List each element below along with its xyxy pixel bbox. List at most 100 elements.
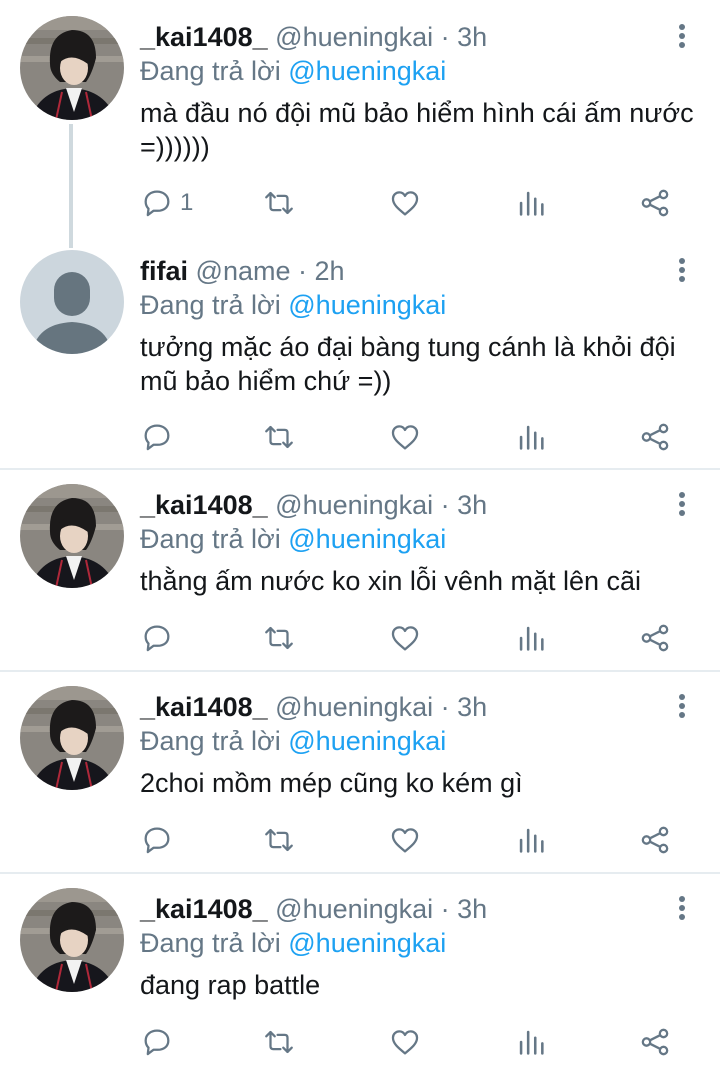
share-button[interactable] bbox=[638, 822, 672, 858]
reply-button[interactable] bbox=[140, 620, 180, 656]
reply-icon bbox=[144, 827, 170, 854]
handle-time: @name · 2h bbox=[195, 256, 345, 286]
replying-to: Đang trả lời @hueningkai bbox=[140, 288, 446, 322]
retweet-button[interactable] bbox=[262, 185, 296, 221]
tweet-item[interactable]: _kai1408_ @hueningkai · 3h Đang trả lời … bbox=[0, 0, 720, 248]
stats-button[interactable] bbox=[514, 419, 548, 455]
reply-prefix: Đang trả lời bbox=[140, 928, 289, 958]
tweet-header: _kai1408_ @hueningkai · 3h bbox=[140, 20, 487, 54]
stats-button[interactable] bbox=[514, 185, 548, 221]
reply-mention[interactable]: @hueningkai bbox=[288, 726, 446, 756]
avatar[interactable] bbox=[20, 16, 124, 120]
tweet-header: _kai1408_ @hueningkai · 3h bbox=[140, 488, 487, 522]
tweet-item[interactable]: _kai1408_ @hueningkai · 3h Đang trả lời … bbox=[0, 468, 720, 670]
retweet-button[interactable] bbox=[262, 822, 296, 858]
share-icon bbox=[641, 826, 669, 854]
share-button[interactable] bbox=[638, 185, 672, 221]
retweet-icon bbox=[265, 191, 293, 215]
avatar-photo bbox=[20, 484, 124, 588]
reply-icon bbox=[144, 190, 170, 217]
like-button[interactable] bbox=[388, 1024, 422, 1060]
display-name[interactable]: _kai1408_ bbox=[140, 22, 268, 52]
like-icon bbox=[391, 191, 419, 216]
replying-to: Đang trả lời @hueningkai bbox=[140, 54, 446, 88]
reply-prefix: Đang trả lời bbox=[140, 524, 289, 554]
avatar[interactable] bbox=[20, 250, 124, 354]
like-button[interactable] bbox=[388, 185, 422, 221]
reply-count: 1 bbox=[180, 189, 194, 216]
reply-mention[interactable]: @hueningkai bbox=[288, 524, 446, 554]
like-button[interactable] bbox=[388, 620, 422, 656]
tweet-header: fifai @name · 2h bbox=[140, 254, 345, 288]
retweet-icon bbox=[265, 828, 293, 852]
stats-icon bbox=[519, 1030, 544, 1055]
share-icon bbox=[641, 624, 669, 652]
share-icon bbox=[641, 189, 669, 217]
share-icon bbox=[641, 1028, 669, 1056]
reply-button[interactable] bbox=[140, 419, 180, 455]
handle-time: @hueningkai · 3h bbox=[275, 692, 488, 722]
share-button[interactable] bbox=[638, 419, 672, 455]
retweet-icon bbox=[265, 1030, 293, 1054]
tweet-actions bbox=[0, 822, 720, 858]
handle-time: @hueningkai · 3h bbox=[275, 894, 488, 924]
tweet-text: mà đầu nó đội mũ bảo hiểm hình cái ấm nư… bbox=[140, 98, 694, 162]
reply-icon bbox=[144, 424, 170, 451]
like-button[interactable] bbox=[388, 822, 422, 858]
more-options-icon[interactable] bbox=[670, 894, 694, 922]
tweet-actions bbox=[0, 419, 720, 455]
like-icon bbox=[391, 425, 419, 450]
share-icon bbox=[641, 423, 669, 451]
stats-button[interactable] bbox=[514, 822, 548, 858]
stats-icon bbox=[519, 425, 544, 450]
retweet-button[interactable] bbox=[262, 419, 296, 455]
stats-icon bbox=[519, 191, 544, 216]
tweet-text: thằng ấm nước ko xin lỗi vênh mặt lên cã… bbox=[140, 566, 642, 596]
reply-icon bbox=[144, 1029, 170, 1056]
display-name[interactable]: fifai bbox=[140, 256, 188, 286]
avatar[interactable] bbox=[20, 484, 124, 588]
handle-time: @hueningkai · 3h bbox=[275, 22, 488, 52]
retweet-button[interactable] bbox=[262, 620, 296, 656]
stats-button[interactable] bbox=[514, 1024, 548, 1060]
tweet-item[interactable]: fifai @name · 2h Đang trả lời @hueningka… bbox=[0, 234, 720, 468]
like-button[interactable] bbox=[388, 419, 422, 455]
more-options-icon[interactable] bbox=[670, 22, 694, 50]
reply-mention[interactable]: @hueningkai bbox=[288, 290, 446, 320]
stats-icon bbox=[519, 828, 544, 853]
display-name[interactable]: _kai1408_ bbox=[140, 490, 268, 520]
more-options-icon[interactable] bbox=[670, 256, 694, 284]
reply-button[interactable]: 1 bbox=[140, 185, 193, 221]
display-name[interactable]: _kai1408_ bbox=[140, 894, 268, 924]
replying-to: Đang trả lời @hueningkai bbox=[140, 724, 446, 758]
tweet-item[interactable]: _kai1408_ @hueningkai · 3h Đang trả lời … bbox=[0, 670, 720, 872]
default-avatar-icon bbox=[20, 250, 124, 354]
reply-prefix: Đang trả lời bbox=[140, 290, 289, 320]
like-icon bbox=[391, 828, 419, 853]
avatar[interactable] bbox=[20, 686, 124, 790]
handle-time: @hueningkai · 3h bbox=[275, 490, 488, 520]
tweet-text: đang rap battle bbox=[140, 970, 321, 1000]
tweet-actions: 1 bbox=[0, 185, 720, 221]
share-button[interactable] bbox=[638, 1024, 672, 1060]
display-name[interactable]: _kai1408_ bbox=[140, 692, 268, 722]
more-options-icon[interactable] bbox=[670, 692, 694, 720]
avatar[interactable] bbox=[20, 888, 124, 992]
like-icon bbox=[391, 626, 419, 651]
stats-button[interactable] bbox=[514, 620, 548, 656]
reply-mention[interactable]: @hueningkai bbox=[288, 56, 446, 86]
more-options-icon[interactable] bbox=[670, 490, 694, 518]
reply-button[interactable] bbox=[140, 1024, 180, 1060]
reply-button[interactable] bbox=[140, 822, 180, 858]
reply-mention[interactable]: @hueningkai bbox=[288, 928, 446, 958]
like-icon bbox=[391, 1030, 419, 1055]
tweet-item[interactable]: _kai1408_ @hueningkai · 3h Đang trả lời … bbox=[0, 872, 720, 1073]
retweet-button[interactable] bbox=[262, 1024, 296, 1060]
reply-icon bbox=[144, 625, 170, 652]
avatar-photo bbox=[20, 16, 124, 120]
tweet-actions bbox=[0, 1024, 720, 1060]
reply-prefix: Đang trả lời bbox=[140, 726, 289, 756]
share-button[interactable] bbox=[638, 620, 672, 656]
replying-to: Đang trả lời @hueningkai bbox=[140, 522, 446, 556]
tweet-actions bbox=[0, 620, 720, 656]
